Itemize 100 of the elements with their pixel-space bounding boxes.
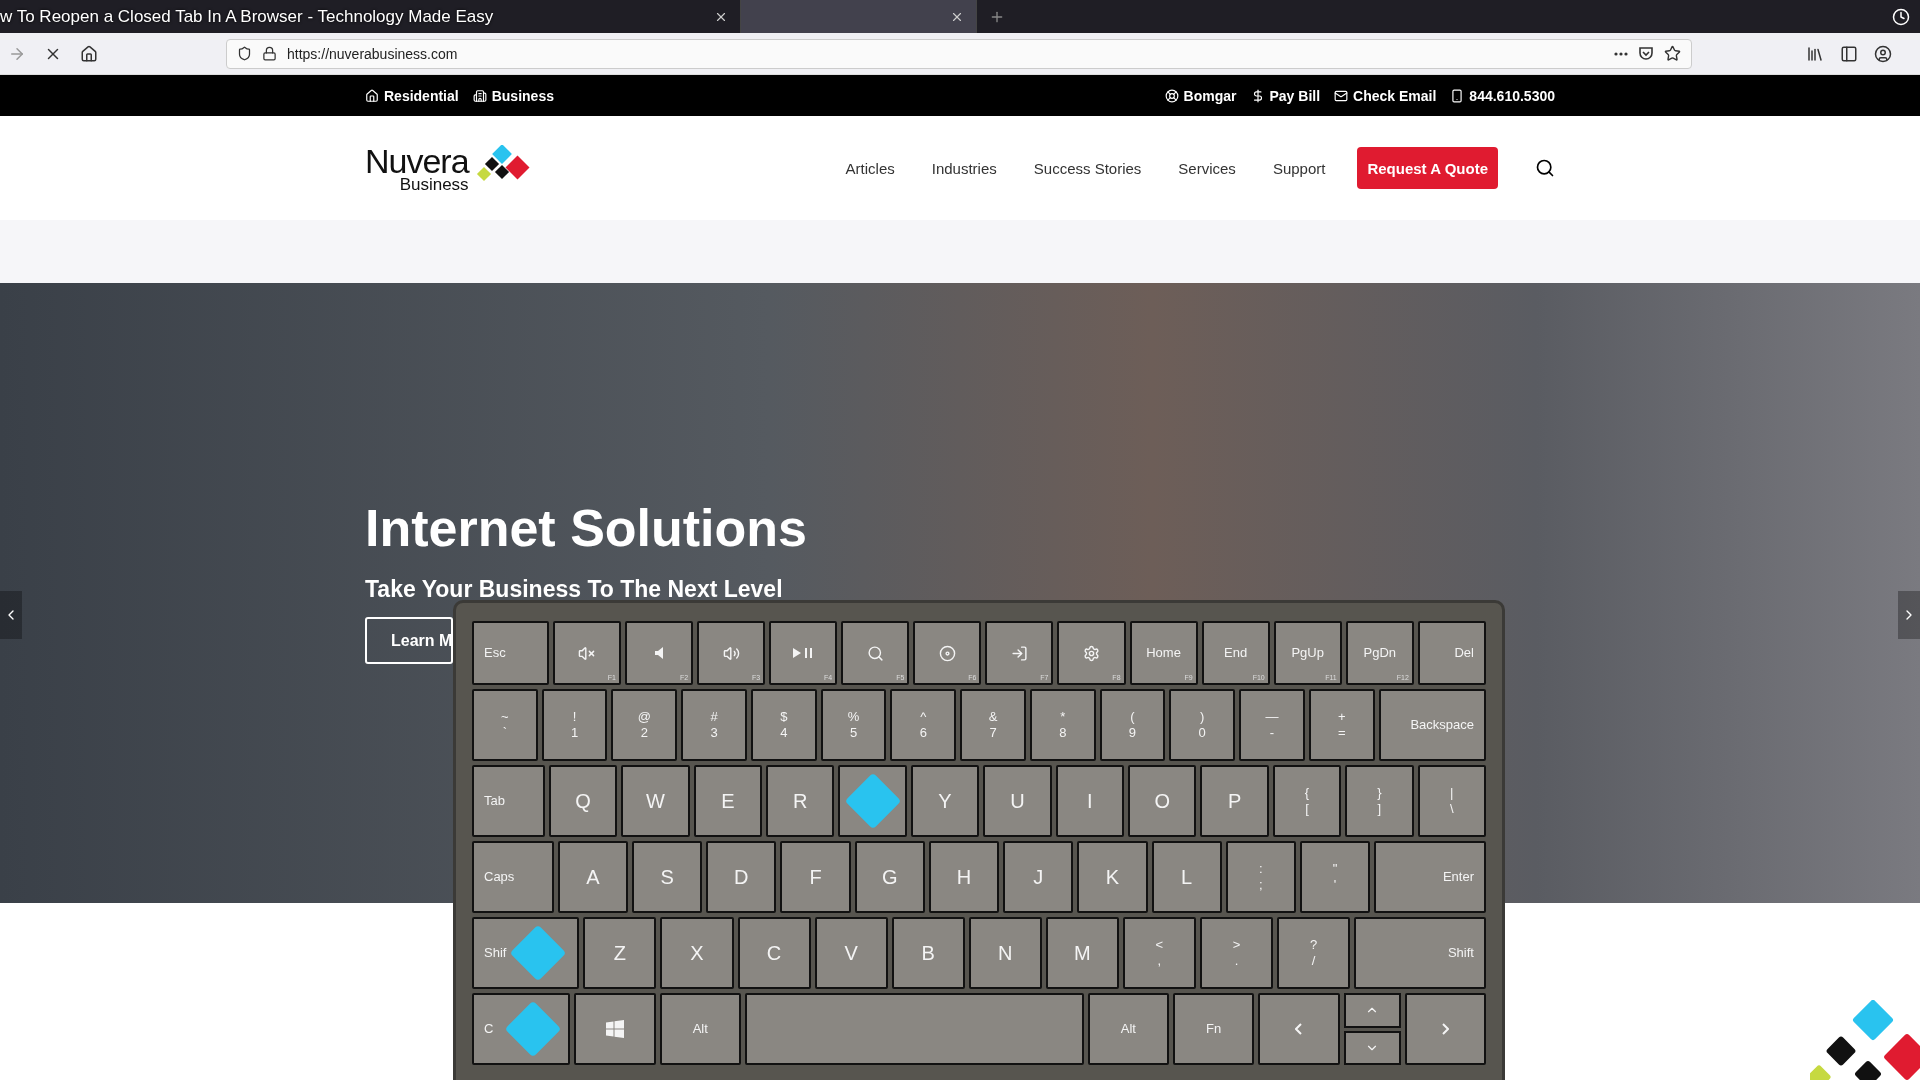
login-icon (1010, 644, 1028, 662)
key-label: # (710, 709, 718, 725)
chevron-right-icon (1441, 1023, 1449, 1035)
key-label: 2 (640, 725, 648, 741)
key-label: ? (1309, 937, 1318, 953)
utility-link[interactable]: Bomgar (1183, 87, 1237, 104)
building-icon (472, 88, 487, 103)
key-label: — (1265, 709, 1279, 725)
play-pause-icon (792, 647, 815, 659)
key-label: Shif (484, 945, 507, 961)
windows-icon (606, 1020, 625, 1038)
key-label: E (721, 789, 735, 813)
key-label: 1 (571, 725, 579, 741)
sidebar-icon (1840, 44, 1858, 63)
next-slide-icon[interactable] (1898, 591, 1920, 639)
utility-link[interactable]: Pay Bill (1269, 87, 1321, 104)
logo-subtitle: Business (399, 175, 469, 193)
key-label: : (1259, 861, 1263, 877)
address-bar[interactable]: https://nuverabusiness.com (226, 38, 1692, 69)
key-label: Alt (692, 1021, 708, 1037)
key-label: + (1337, 709, 1346, 725)
key-label: * (1060, 709, 1066, 725)
key-label: ! (572, 709, 577, 725)
chevron-left-icon (1295, 1023, 1303, 1035)
key-label: 5 (849, 725, 858, 741)
key-label: C (484, 1021, 494, 1037)
key-label: J (1033, 865, 1044, 889)
key-label: Caps (484, 869, 515, 885)
key-label: 8 (1059, 725, 1067, 741)
shield-icon (237, 46, 252, 61)
key-label: A (586, 865, 600, 889)
key-label: W (646, 789, 665, 813)
key-label: [ (1305, 801, 1309, 817)
key-label: Shift (1447, 945, 1474, 961)
key-label: Fn (1206, 1021, 1222, 1037)
speaker-icon (578, 644, 596, 662)
nav-link[interactable]: Articles (845, 159, 895, 177)
key-label: Backspace (1410, 717, 1474, 733)
pocket-icon (1638, 45, 1654, 62)
previous-slide-icon[interactable] (0, 591, 22, 639)
key-label: N (998, 941, 1013, 965)
key-label: 6 (919, 725, 927, 741)
key-label: PgDn (1363, 645, 1397, 661)
utility-link[interactable]: Residential (384, 87, 459, 104)
key-label: L (1181, 865, 1193, 889)
key-label: X (690, 941, 704, 965)
star-icon (1664, 45, 1681, 62)
key-label: Tab (484, 793, 505, 809)
key-label: ] (1377, 801, 1382, 817)
key-label: Alt (1120, 1021, 1136, 1037)
nav-link[interactable]: Success Stories (1033, 159, 1142, 177)
speaker-icon (655, 647, 663, 659)
key-label: Y (938, 789, 952, 813)
nav-link[interactable]: Industries (931, 159, 997, 177)
utility-link[interactable]: 844.610.5300 (1469, 87, 1555, 104)
library-icon (1806, 44, 1824, 63)
key-label: Enter (1442, 869, 1474, 885)
key-label: 7 (989, 725, 997, 741)
utility-link[interactable]: Check Email (1353, 87, 1437, 104)
logo-name: Nuvera (365, 143, 469, 178)
key-label: 9 (1128, 725, 1137, 741)
key-label: 3 (710, 725, 718, 741)
speaker-icon (722, 644, 740, 662)
key-label: 4 (780, 725, 788, 741)
key-label: Del (1454, 645, 1474, 661)
key-label: - (1269, 725, 1275, 741)
key-label: 0 (1198, 725, 1206, 741)
key-label: End (1224, 645, 1248, 661)
key-label: " (1332, 861, 1338, 877)
key-label: R (793, 789, 808, 813)
mail-icon (1334, 88, 1349, 103)
key-label: { (1304, 785, 1310, 801)
nav-link[interactable]: Support (1272, 159, 1326, 177)
phone-icon (1450, 88, 1465, 103)
video-title: w To Reopen a Closed Tab In A Browser - Technology Made Easy (0, 6, 495, 27)
utility-link[interactable]: Business (491, 87, 554, 104)
home-icon (365, 88, 379, 103)
key-label: V (844, 941, 858, 965)
key-label: } (1377, 785, 1382, 801)
disc-icon (938, 644, 956, 662)
key-label: Z (613, 941, 627, 965)
clock-icon (1892, 7, 1910, 26)
more-icon (1614, 51, 1628, 56)
key-label: S (660, 865, 674, 889)
key-label: ; (1259, 877, 1263, 893)
key-label: U (1010, 789, 1025, 813)
learn-more-button[interactable]: Learn M (365, 617, 453, 664)
key-label: ^ (920, 709, 927, 725)
key-label: G (882, 865, 898, 889)
key-label: Home (1146, 645, 1181, 661)
request-quote-button[interactable]: Request A Quote (1357, 147, 1498, 189)
key-label: ~ (501, 709, 509, 725)
key-label: ( (1130, 709, 1135, 725)
key-label: ` (502, 725, 508, 741)
search-icon (1535, 158, 1555, 178)
key-label: D (734, 865, 749, 889)
key-label: $ (780, 709, 788, 725)
key-label: > (1232, 937, 1241, 953)
nav-link[interactable]: Services (1178, 159, 1236, 177)
key-label: @ (637, 709, 651, 725)
